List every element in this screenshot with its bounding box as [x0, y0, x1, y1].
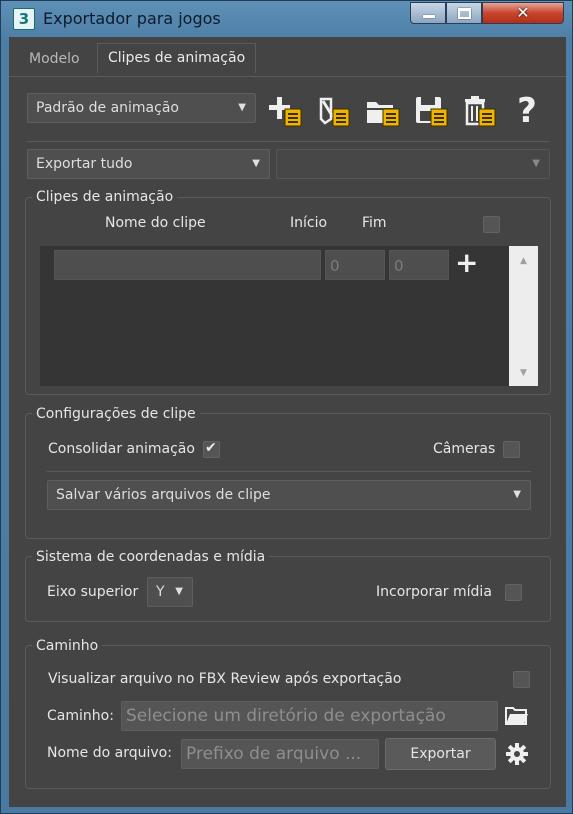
cameras-checkbox[interactable] — [503, 441, 520, 458]
export-scope-dropdown[interactable]: Exportar tudo ▼ — [27, 149, 270, 179]
export-path-input[interactable]: Selecione um diretório de exportação — [121, 701, 498, 731]
clip-end-input[interactable]: 0 — [389, 250, 449, 280]
exporter-window: 3 Exportador para jogos ✕ Modelo Clipes … — [0, 0, 573, 814]
preset-value: Padrão de animação — [36, 100, 179, 116]
coordinate-system-title: Sistema de coordenadas e mídia — [32, 548, 270, 566]
up-axis-label: Eixo superior — [47, 584, 139, 600]
cameras-label: Câmeras — [433, 441, 496, 457]
browse-folder-icon[interactable] — [505, 705, 529, 727]
consolidate-animation-checkbox[interactable] — [203, 440, 220, 458]
tab-clipes-de-animacao[interactable]: Clipes de animação — [97, 43, 257, 73]
chevron-down-icon: ▼ — [513, 489, 521, 500]
consolidate-animation-label: Consolidar animação — [48, 441, 195, 457]
embed-media-label: Incorporar mídia — [376, 584, 492, 600]
embed-media-checkbox[interactable] — [505, 584, 522, 601]
chevron-down-icon: ▼ — [175, 586, 183, 597]
export-scope-value: Exportar tudo — [36, 156, 133, 172]
add-preset-icon[interactable] — [269, 93, 305, 129]
tab-bar: Modelo Clipes de animação — [9, 43, 566, 77]
export-button[interactable]: Exportar — [385, 738, 496, 770]
clip-list-scrollbar[interactable]: ▲ ▼ — [509, 246, 538, 386]
close-button[interactable]: ✕ — [482, 2, 564, 24]
scroll-up-icon[interactable]: ▲ — [509, 256, 538, 266]
view-fbx-review-checkbox[interactable] — [513, 671, 530, 688]
clip-settings-divider — [47, 471, 531, 472]
export-selection-dropdown: ▼ — [276, 149, 550, 179]
client-area: Modelo Clipes de animação Padrão de anim… — [9, 37, 566, 807]
window-title: Exportador para jogos — [43, 9, 221, 28]
animation-clips-title: Clipes de animação — [32, 188, 178, 206]
add-clip-icon[interactable]: + — [455, 248, 478, 278]
path-title: Caminho — [32, 637, 103, 655]
clip-end-header: Fim — [362, 215, 387, 231]
settings-gear-icon[interactable] — [505, 742, 529, 766]
filename-prefix-input[interactable]: Prefixo de arquivo ... — [181, 739, 379, 769]
clip-name-input[interactable] — [54, 250, 321, 280]
save-preset-icon[interactable] — [413, 93, 449, 129]
save-mode-value: Salvar vários arquivos de clipe — [56, 487, 271, 503]
scroll-down-icon[interactable]: ▼ — [509, 368, 538, 378]
chevron-down-icon: ▼ — [252, 158, 260, 169]
up-axis-value: Y — [156, 584, 165, 600]
delete-preset-icon[interactable] — [461, 93, 497, 129]
view-fbx-review-label: Visualizar arquivo no FBX Review após ex… — [48, 671, 402, 687]
maximize-icon — [458, 8, 471, 19]
clip-list: 0 0 + ▲ ▼ — [40, 246, 538, 386]
up-axis-dropdown[interactable]: Y ▼ — [147, 577, 193, 607]
select-all-clips-checkbox[interactable] — [483, 216, 500, 233]
clip-start-input[interactable]: 0 — [325, 250, 385, 280]
tab-divider — [9, 76, 566, 77]
help-icon[interactable]: ? — [509, 93, 545, 129]
clip-name-header: Nome do clipe — [105, 215, 206, 231]
minimize-icon — [423, 15, 435, 18]
app-icon: 3 — [13, 8, 35, 30]
clip-settings-title: Configurações de clipe — [32, 405, 200, 423]
title-bar[interactable]: 3 Exportador para jogos ✕ — [1, 1, 572, 37]
toolbar-divider — [27, 141, 549, 142]
save-mode-dropdown[interactable]: Salvar vários arquivos de clipe ▼ — [47, 480, 531, 510]
preset-dropdown[interactable]: Padrão de animação ▼ — [27, 93, 256, 123]
filename-label: Nome do arquivo: — [47, 745, 172, 761]
chevron-down-icon: ▼ — [532, 158, 540, 169]
clip-start-header: Início — [290, 215, 328, 231]
maximize-button[interactable] — [446, 2, 482, 24]
close-icon: ✕ — [516, 3, 530, 22]
minimize-button[interactable] — [410, 2, 446, 24]
path-label: Caminho: — [47, 708, 114, 724]
tab-modelo[interactable]: Modelo — [19, 47, 90, 71]
clip-settings-group — [25, 413, 551, 539]
chevron-down-icon: ▼ — [238, 102, 246, 113]
open-preset-icon[interactable] — [365, 93, 401, 129]
edit-preset-icon[interactable] — [317, 93, 353, 129]
